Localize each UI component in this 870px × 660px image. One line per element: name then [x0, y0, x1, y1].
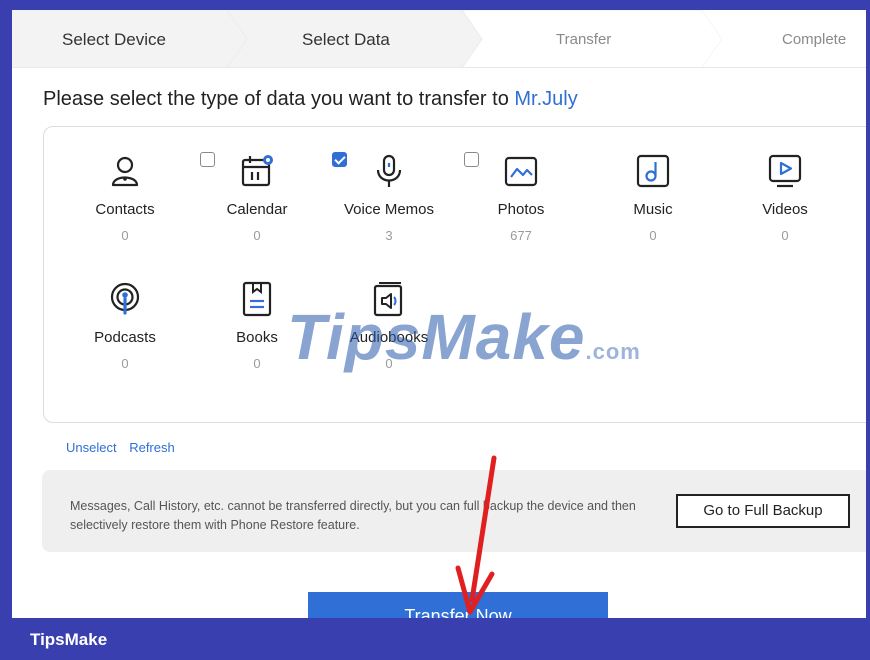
page-title-prefix: Please select the type of data you want …	[43, 88, 515, 110]
photos-icon	[504, 156, 538, 187]
tile-label: Books	[236, 329, 278, 346]
refresh-link[interactable]: Refresh	[129, 440, 175, 455]
tile-label: Photos	[497, 201, 545, 218]
tile-count: 0	[649, 228, 657, 243]
footer-bar: TipsMake	[0, 618, 870, 660]
unselect-link[interactable]: Unselect	[66, 440, 117, 455]
tile-label: Calendar	[226, 201, 288, 218]
tile-music[interactable]: Music 0	[598, 153, 708, 243]
step-complete: Complete	[782, 31, 847, 48]
tile-count: 3	[385, 228, 393, 243]
tile-count: 0	[121, 228, 129, 243]
backup-notice: Messages, Call History, etc. cannot be t…	[42, 470, 866, 552]
tile-count: 0	[781, 228, 789, 243]
tile-label: Videos	[762, 201, 808, 218]
target-device-name: Mr.July	[514, 88, 578, 110]
tile-label: Audiobooks	[349, 329, 429, 346]
tile-podcasts[interactable]: Podcasts 0	[70, 281, 180, 371]
app-window: Select Device Select Data Transfer Compl…	[12, 10, 866, 618]
transfer-now-button[interactable]: Transfer Now	[308, 592, 608, 618]
selection-links: Unselect Refresh	[66, 440, 184, 455]
go-to-full-backup-button[interactable]: Go to Full Backup	[676, 494, 850, 528]
tile-label: Podcasts	[94, 329, 156, 346]
microphone-icon	[376, 154, 402, 187]
tile-count: 0	[385, 356, 393, 371]
videos-icon	[768, 154, 802, 188]
footer-brand: TipsMake	[30, 630, 108, 649]
tile-label: Voice Memos	[343, 201, 435, 218]
tile-voice-memos[interactable]: Voice Memos 3	[334, 153, 444, 243]
tile-contacts[interactable]: Contacts 0	[70, 153, 180, 243]
tile-videos[interactable]: Videos 0	[730, 153, 840, 243]
tile-count: 0	[253, 356, 261, 371]
data-type-panel: Contacts 0 Calendar 0 Voice Memos 3 Phot…	[43, 126, 866, 423]
page-title: Please select the type of data you want …	[43, 88, 578, 111]
tile-calendar[interactable]: Calendar 0	[202, 153, 312, 243]
tile-photos[interactable]: Photos 677	[466, 153, 576, 243]
tile-books[interactable]: Books 0	[202, 281, 312, 371]
tile-label: Contacts	[95, 201, 155, 218]
books-icon	[242, 281, 272, 317]
notice-message: Messages, Call History, etc. cannot be t…	[70, 499, 636, 532]
tile-count: 0	[121, 356, 129, 371]
music-icon	[636, 154, 670, 188]
step-select-device: Select Device	[62, 30, 166, 49]
tile-count: 677	[510, 228, 532, 243]
tile-count: 0	[253, 228, 261, 243]
step-transfer: Transfer	[556, 31, 612, 48]
step-select-data: Select Data	[302, 30, 390, 49]
tile-audiobooks[interactable]: Audiobooks 0	[334, 281, 444, 371]
podcasts-icon	[110, 282, 140, 315]
tile-label: Music	[633, 201, 673, 218]
progress-stepper: Select Device Select Data Transfer Compl…	[12, 10, 866, 68]
calendar-icon	[241, 155, 273, 187]
audiobooks-icon	[373, 282, 403, 317]
contacts-icon	[111, 156, 139, 187]
